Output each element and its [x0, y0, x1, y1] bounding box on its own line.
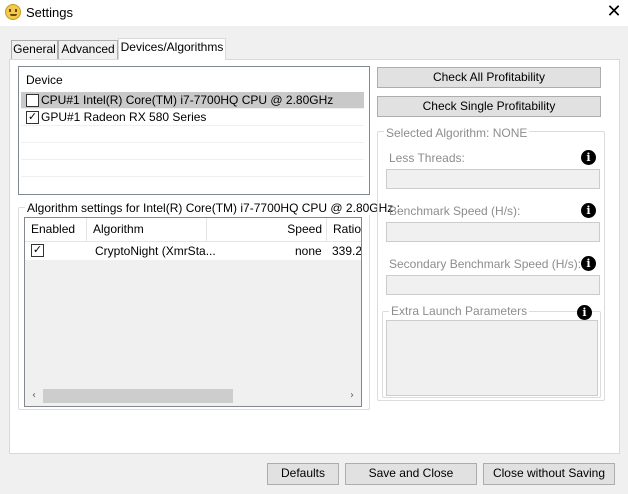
info-icon[interactable]: i	[581, 256, 596, 271]
scroll-left-icon[interactable]: ‹	[27, 388, 41, 404]
device-label-gpu: GPU#1 Radeon RX 580 Series	[41, 110, 207, 124]
benchmark-speed-input[interactable]	[386, 222, 600, 242]
tab-advanced[interactable]: Advanced	[58, 40, 118, 59]
benchmark-speed-label: Benchmark Speed (H/s):	[389, 204, 521, 218]
algorithm-table[interactable]: Enabled Algorithm Speed Ratio ✓ CryptoNi…	[24, 217, 362, 407]
close-window-button[interactable]: ✕	[600, 0, 628, 26]
check-all-profitability-button[interactable]: Check All Profitability	[377, 67, 601, 88]
info-icon[interactable]: i	[577, 305, 592, 320]
empty-row	[21, 126, 364, 143]
tab-devices-algorithms[interactable]: Devices/Algorithms	[118, 38, 226, 60]
check-single-profitability-button[interactable]: Check Single Profitability	[377, 96, 601, 117]
ratio-cell: 339.2	[332, 244, 362, 258]
speed-cell: none	[295, 244, 322, 258]
horizontal-scrollbar[interactable]: ‹ ›	[25, 386, 361, 406]
save-and-close-button[interactable]: Save and Close	[345, 463, 477, 485]
info-icon[interactable]: i	[581, 150, 596, 165]
algorithm-cell: CryptoNight (XmrSta...	[95, 244, 216, 258]
close-without-saving-button[interactable]: Close without Saving	[483, 463, 615, 485]
algorithm-settings-title: Algorithm settings for Intel(R) Core(TM)…	[25, 201, 402, 215]
table-body: ✓ CryptoNight (XmrSta... none 339.2	[25, 242, 361, 386]
device-checkbox-gpu[interactable]: ✓	[26, 111, 39, 124]
enabled-checkbox[interactable]: ✓	[31, 244, 44, 257]
device-row-gpu[interactable]: ✓ GPU#1 Radeon RX 580 Series	[21, 109, 364, 126]
scroll-right-icon[interactable]: ›	[345, 388, 359, 404]
empty-row	[21, 160, 364, 177]
info-icon[interactable]: i	[581, 203, 596, 218]
tab-general[interactable]: General	[11, 40, 58, 59]
column-enabled[interactable]: Enabled	[25, 218, 87, 241]
device-label-cpu: CPU#1 Intel(R) Core(TM) i7-7700HQ CPU @ …	[41, 93, 334, 107]
device-row-cpu[interactable]: CPU#1 Intel(R) Core(TM) i7-7700HQ CPU @ …	[21, 92, 364, 109]
column-speed[interactable]: Speed	[207, 218, 327, 241]
secondary-benchmark-label: Secondary Benchmark Speed (H/s):	[389, 257, 582, 271]
app-logo-icon	[5, 4, 21, 20]
window-title: Settings	[26, 5, 73, 20]
table-row[interactable]: ✓ CryptoNight (XmrSta... none 339.2	[25, 242, 361, 260]
extra-launch-parameters-textarea[interactable]	[386, 320, 598, 396]
device-column-header: Device	[26, 73, 63, 87]
scroll-thumb[interactable]	[43, 389, 233, 403]
extra-launch-parameters-label: Extra Launch Parameters	[389, 304, 530, 318]
column-algorithm[interactable]: Algorithm	[87, 218, 207, 241]
less-threads-input[interactable]	[386, 169, 600, 189]
defaults-button[interactable]: Defaults	[267, 463, 339, 485]
device-checkbox-cpu[interactable]	[26, 94, 39, 107]
device-list[interactable]: Device CPU#1 Intel(R) Core(TM) i7-7700HQ…	[18, 66, 370, 195]
column-ratio[interactable]: Ratio	[327, 218, 361, 241]
title-bar	[0, 0, 628, 26]
selected-algorithm-title: Selected Algorithm: NONE	[384, 126, 530, 140]
empty-row	[21, 143, 364, 160]
secondary-benchmark-input[interactable]	[386, 275, 600, 295]
less-threads-label: Less Threads:	[389, 151, 465, 165]
